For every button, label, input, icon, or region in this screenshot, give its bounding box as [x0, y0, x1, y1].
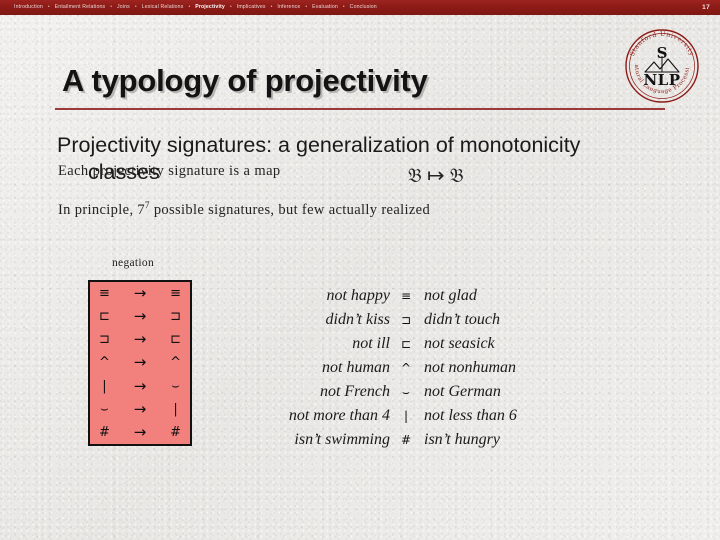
signature-source-symbol: ^: [98, 355, 110, 371]
fraktur-b-left: 𝔅: [408, 165, 422, 187]
signature-target-symbol: ⌣: [171, 378, 180, 394]
nav-separator: •: [229, 4, 232, 10]
nav-separator: •: [47, 4, 50, 10]
nav-item-joins[interactable]: Joins: [117, 0, 130, 15]
right-arrow-icon: →: [133, 284, 147, 303]
signature-source-column: ≡ ⊏ ⊐ ^ | ⌣ #: [90, 282, 119, 444]
example-left-column: not happy didn’t kiss not ill not human not …: [230, 284, 390, 452]
example-left-phrase: not human: [322, 359, 390, 376]
example-right-phrase: didn’t touch: [424, 311, 500, 328]
example-left-phrase: not ill: [352, 335, 390, 352]
nav-item-inference[interactable]: Inference: [277, 0, 300, 15]
page-title: A typology of projectivity: [62, 63, 428, 98]
section-heading-line1: Projectivity signatures: a generalizatio…: [57, 133, 581, 157]
example-relation-column: ≡ ⊐ ⊏ ^ ⌣ | #: [396, 284, 416, 452]
nav-item-implicatives[interactable]: Implicatives: [237, 0, 266, 15]
signature-target-symbol: ^: [170, 355, 182, 371]
nav-separator: •: [270, 4, 273, 10]
nav-separator: •: [134, 4, 137, 10]
in-principle-post: possible signatures, but few actually re…: [149, 201, 431, 218]
example-relation-symbol: ≡: [400, 289, 412, 303]
bullet-in-principle: In principle, 77 possible signatures, bu…: [58, 200, 430, 219]
nav-separator: •: [110, 4, 113, 10]
stanford-nlp-logo: Stanford University Natural Language Pro…: [618, 22, 706, 110]
right-arrow-icon: →: [133, 307, 147, 326]
example-left-phrase: isn’t swimming: [294, 431, 390, 448]
negation-label: negation: [112, 257, 154, 269]
nav-item-lexical-relations[interactable]: Lexical Relations: [142, 0, 184, 15]
nav-items: Introduction • Entailment Relations • Joins •…: [0, 0, 702, 15]
signature-source-symbol: |: [102, 378, 107, 394]
example-right-phrase: not seasick: [424, 335, 495, 352]
nav-item-evaluation[interactable]: Evaluation: [312, 0, 338, 15]
nav-separator: •: [188, 4, 191, 10]
in-principle-pre: In principle, 7: [58, 201, 145, 218]
nav-item-conclusion[interactable]: Conclusion: [350, 0, 377, 15]
signature-arrow-column: → → → → → → →: [119, 282, 161, 444]
example-right-phrase: not nonhuman: [424, 359, 516, 376]
signature-source-symbol: ⊏: [98, 309, 110, 325]
signature-target-column: ≡ ⊐ ⊏ ^ ⌣ | #: [161, 282, 190, 444]
right-arrow-icon: →: [133, 422, 147, 441]
nav-separator: •: [342, 4, 345, 10]
nav-item-projectivity[interactable]: Projectivity: [195, 0, 225, 15]
signature-map-formula: 𝔅 ↦ 𝔅: [408, 163, 464, 188]
right-arrow-icon: →: [133, 399, 147, 418]
signature-target-symbol: ≡: [170, 286, 182, 302]
page-number: 17: [702, 4, 710, 11]
signature-source-symbol: ⊐: [98, 332, 110, 348]
right-arrow-icon: →: [133, 376, 147, 395]
nav-item-introduction[interactable]: Introduction: [14, 0, 43, 15]
example-right-phrase: isn’t hungry: [424, 431, 500, 448]
bullet-each-signature: Each projectivity signature is a map: [58, 163, 281, 179]
right-arrow-icon: →: [133, 330, 147, 349]
right-arrow-icon: →: [133, 353, 147, 372]
example-relation-symbol: ⊐: [400, 313, 412, 327]
top-navigation-bar: Introduction • Entailment Relations • Joins •…: [0, 0, 720, 15]
example-relation-symbol: |: [403, 409, 409, 423]
mapsto-arrow-icon: ↦: [426, 163, 445, 187]
signature-target-symbol: #: [170, 424, 182, 440]
fraktur-b-right: 𝔅: [449, 165, 464, 187]
signature-target-symbol: ⊏: [170, 332, 182, 348]
example-left-phrase: not French: [319, 383, 390, 400]
nav-separator: •: [305, 4, 308, 10]
negation-signature-box: ≡ ⊏ ⊐ ^ | ⌣ # → → → → → → → ≡ ⊐ ⊏ ^ ⌣ | #: [88, 280, 192, 446]
svg-text:NLP: NLP: [643, 71, 680, 89]
slide: Introduction • Entailment Relations • Joins •…: [0, 0, 720, 540]
example-relation-symbol: #: [400, 433, 412, 447]
example-right-phrase: not less than 6: [424, 407, 517, 424]
signature-source-symbol: ⌣: [100, 401, 109, 417]
example-left-phrase: not happy: [326, 287, 390, 304]
signature-target-symbol: ⊐: [170, 309, 182, 325]
signature-target-symbol: |: [173, 401, 178, 417]
example-relation-symbol: ^: [400, 361, 412, 375]
example-left-phrase: not more than 4: [288, 407, 390, 424]
signature-source-symbol: #: [98, 424, 110, 440]
example-right-phrase: not glad: [424, 287, 477, 304]
title-divider: [55, 108, 665, 110]
signature-source-symbol: ≡: [98, 286, 110, 302]
nav-item-entailment-relations[interactable]: Entailment Relations: [55, 0, 106, 15]
example-relation-symbol: ⊏: [400, 337, 412, 351]
example-right-column: not glad didn’t touch not seasick not nonhu…: [424, 284, 624, 452]
example-left-phrase: didn’t kiss: [325, 311, 390, 328]
example-relation-symbol: ⌣: [402, 385, 410, 399]
example-right-phrase: not German: [424, 383, 501, 400]
